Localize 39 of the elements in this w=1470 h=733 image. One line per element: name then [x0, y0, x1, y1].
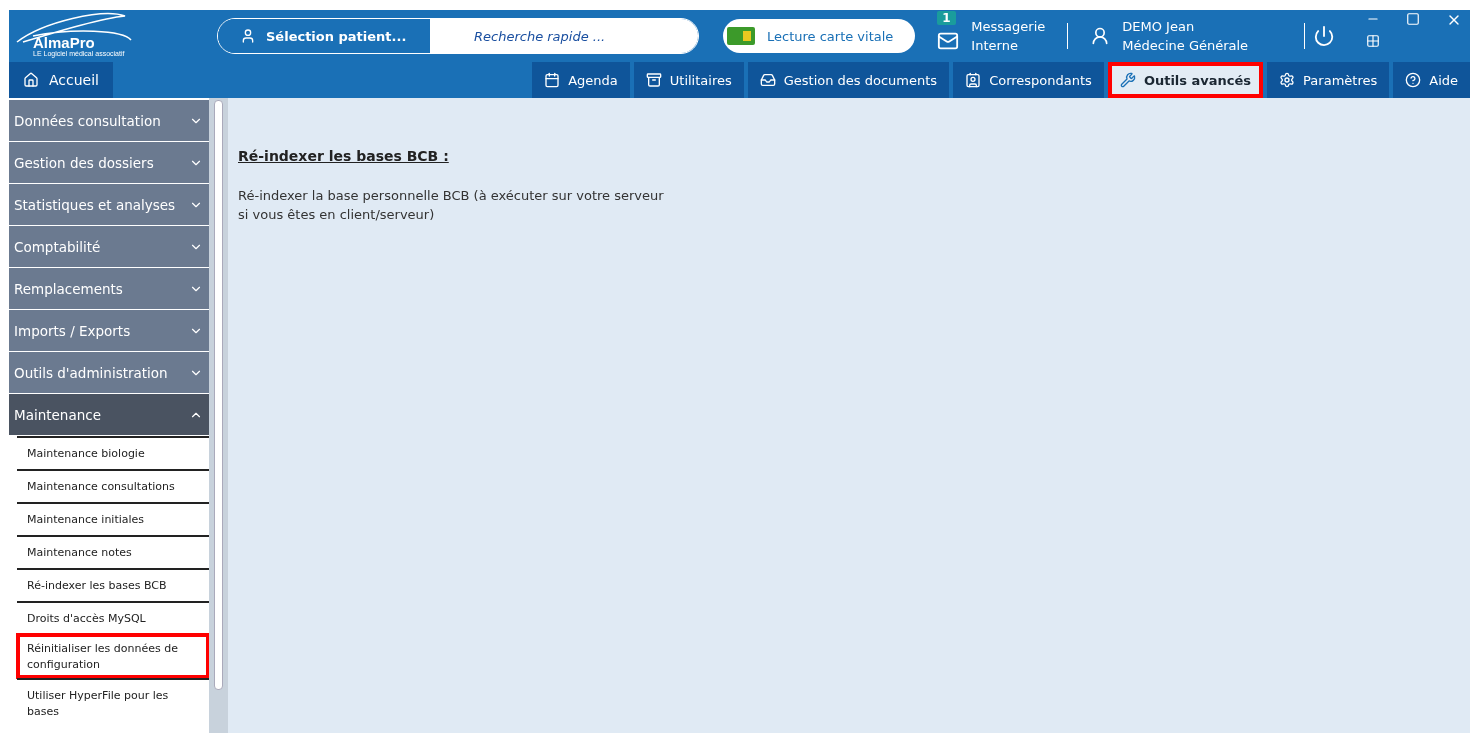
wrench-icon: [1119, 72, 1136, 88]
home-tab[interactable]: Accueil: [9, 62, 113, 98]
grid-button[interactable]: [1366, 34, 1380, 48]
user-profile-button[interactable]: DEMO Jean Médecine Générale: [1090, 17, 1249, 55]
power-button[interactable]: [1313, 25, 1336, 47]
contact-card-icon: [965, 72, 982, 88]
section-title: Ré-indexer les bases BCB :: [238, 148, 450, 164]
nav-tab[interactable]: Utilitaires: [633, 62, 744, 98]
nav-tab[interactable]: Outils avancés: [1107, 62, 1264, 98]
maximize-icon: [1406, 12, 1420, 26]
sidebar-section[interactable]: Comptabilité: [9, 226, 209, 268]
sidebar-section[interactable]: Données consultation: [9, 100, 209, 142]
calendar-icon: [544, 72, 561, 88]
grid-icon: [1366, 34, 1380, 48]
sidebar-section[interactable]: Remplacements: [9, 268, 209, 310]
archive-icon: [645, 72, 662, 88]
unread-count-badge: 1: [937, 11, 956, 25]
sidebar-section[interactable]: Outils d'administration: [9, 352, 209, 394]
settings-icon: [1279, 72, 1296, 88]
vitale-card-button[interactable]: Lecture carte vitale: [723, 19, 916, 53]
inbox-icon: [759, 72, 776, 88]
nav-tab[interactable]: Correspondants: [953, 62, 1104, 98]
home-icon: [23, 72, 39, 88]
sidebar-item[interactable]: Réinitialiser les données de configuration: [17, 634, 209, 678]
logo-text: AlmaPro: [33, 35, 96, 50]
scrollbar-thumb[interactable]: [214, 100, 223, 690]
nav-tab[interactable]: Gestion des documents: [747, 62, 950, 98]
sidebar-section[interactable]: Gestion des dossiers: [9, 142, 209, 184]
nav-tab[interactable]: Agenda: [532, 62, 630, 98]
nav-tab[interactable]: Paramètres: [1267, 62, 1390, 98]
power-icon: [1313, 25, 1336, 47]
description-text: Ré-indexer la base personnelle BCB (à exécuter sur votre serveur si vous êtes en client/serveur): [238, 187, 665, 224]
mail-icon: [937, 30, 960, 52]
sidebar-section[interactable]: Imports / Exports: [9, 310, 209, 352]
sidebar-section[interactable]: Statistiques et analyses: [9, 184, 209, 226]
sidebar-section[interactable]: Maintenance: [9, 394, 209, 436]
nav-tab[interactable]: Aide: [1393, 62, 1470, 98]
card-icon: [727, 27, 755, 45]
help-icon: [1405, 72, 1422, 88]
